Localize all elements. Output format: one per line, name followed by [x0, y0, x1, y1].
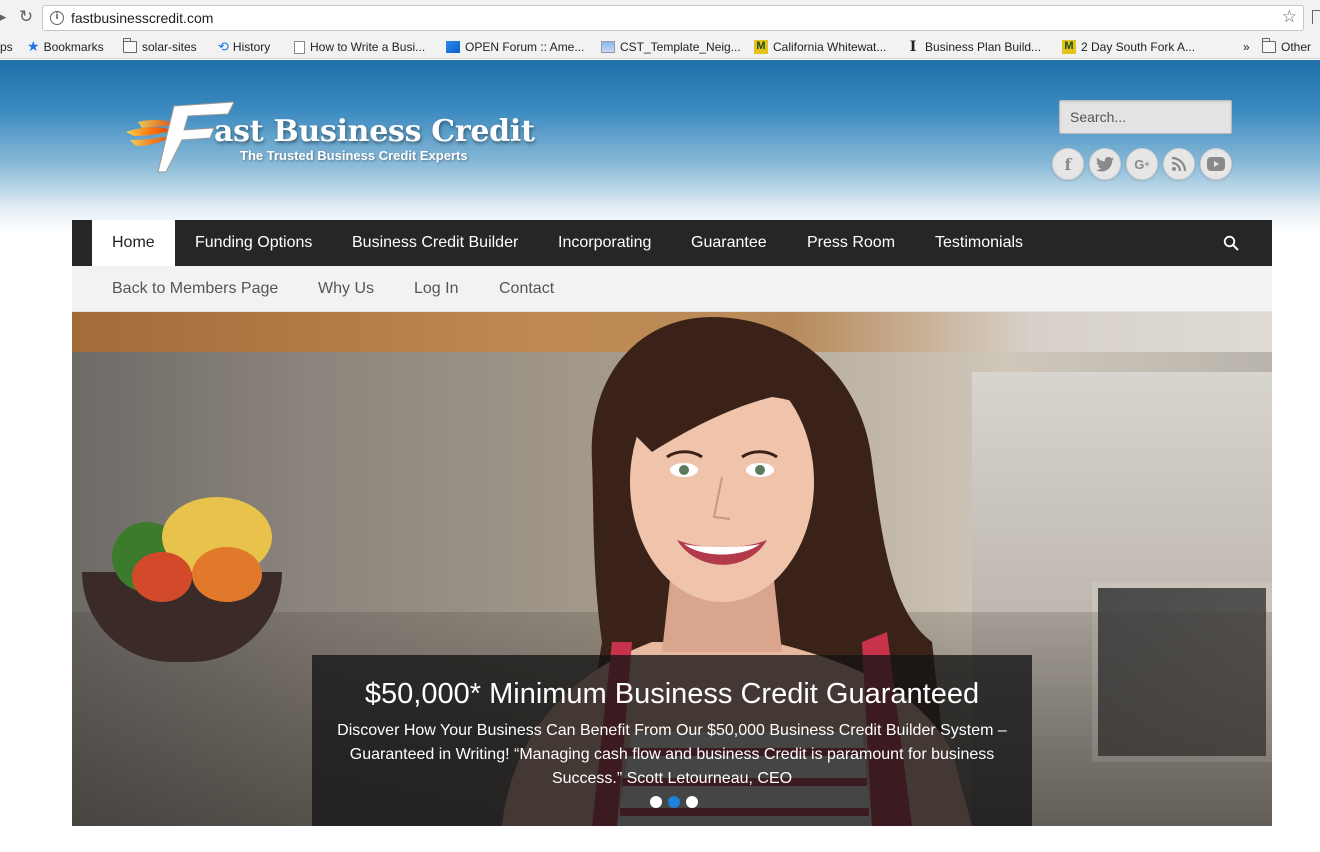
bookmark-business-plan[interactable]: I Business Plan Build... — [906, 38, 1041, 56]
history-icon: ⟲ — [218, 39, 229, 55]
nav-funding-options[interactable]: Funding Options — [175, 220, 332, 266]
nav-guarantee[interactable]: Guarantee — [671, 220, 787, 266]
rss-icon[interactable] — [1163, 148, 1195, 180]
twitter-bird-icon — [1096, 156, 1114, 172]
nav-back-to-members[interactable]: Back to Members Page — [92, 266, 298, 312]
folder-icon — [1262, 38, 1276, 53]
star-icon: ★ — [27, 39, 40, 55]
bookmark-label: How to Write a Busi... — [310, 40, 426, 54]
nav-log-in[interactable]: Log In — [394, 266, 478, 312]
image-file-icon — [601, 41, 615, 53]
bookmark-star-icon[interactable]: ☆ — [1282, 7, 1297, 27]
site-search-input[interactable] — [1059, 100, 1232, 134]
bookmarks-bar: ps ★ Bookmarks solar-sites ⟲ History How… — [0, 35, 1320, 59]
logo-title: ast Business Credit — [214, 114, 535, 149]
facebook-icon[interactable]: f — [1052, 148, 1084, 180]
bookmark-label: Other — [1281, 40, 1312, 54]
nav-incorporating[interactable]: Incorporating — [538, 220, 671, 266]
bookmark-other[interactable]: Other — [1262, 38, 1311, 56]
slider-dot-1[interactable] — [650, 796, 662, 808]
slider-pagination — [650, 796, 698, 808]
reload-icon[interactable]: ↻ — [17, 8, 35, 26]
bookmark-label: Bookmarks — [43, 40, 104, 54]
hero-description: Discover How Your Business Can Benefit F… — [337, 722, 1007, 787]
search-icon[interactable] — [1223, 235, 1239, 251]
i-icon: I — [909, 39, 917, 55]
bookmark-label: History — [232, 40, 271, 54]
bookmark-how-to-write[interactable]: How to Write a Busi... — [294, 38, 425, 56]
site-logo[interactable]: ast Business Credit The Trusted Business… — [124, 100, 544, 180]
url-text[interactable]: fastbusinesscredit.com — [71, 10, 213, 26]
address-bar[interactable]: i fastbusinesscredit.com ☆ — [42, 5, 1304, 31]
bookmark-label: solar-sites — [142, 40, 197, 54]
bookmark-solar-sites[interactable]: solar-sites — [123, 38, 197, 56]
nav-testimonials[interactable]: Testimonials — [915, 220, 1043, 266]
nav-press-room[interactable]: Press Room — [787, 220, 915, 266]
site-icon — [446, 41, 460, 53]
document-icon — [294, 40, 305, 54]
web-page: ast Business Credit The Trusted Business… — [0, 60, 1320, 852]
bookmark-label: California Whitewat... — [773, 40, 887, 54]
youtube-icon[interactable] — [1200, 148, 1232, 180]
bookmark-label: CST_Template_Neig... — [620, 40, 741, 54]
bookmark-label: OPEN Forum :: Ame... — [465, 40, 585, 54]
youtube-play-icon — [1207, 157, 1225, 171]
bookmark-cst-template[interactable]: CST_Template_Neig... — [601, 38, 741, 56]
hero-title: $50,000* Minimum Business Credit Guarant… — [364, 678, 980, 710]
twitter-icon[interactable] — [1089, 148, 1121, 180]
bookmark-bookmarks[interactable]: ★ Bookmarks — [27, 38, 104, 56]
forward-icon[interactable]: ▸ — [0, 8, 11, 26]
m-icon: M — [1062, 40, 1076, 54]
m-icon: M — [754, 40, 768, 54]
secondary-navigation: Back to Members Page Why Us Log In Conta… — [72, 266, 1272, 312]
bookmark-california-whitewater[interactable]: M California Whitewat... — [754, 38, 886, 56]
nav-contact[interactable]: Contact — [479, 266, 574, 312]
rss-feed-icon — [1171, 156, 1187, 172]
slider-dot-3[interactable] — [686, 796, 698, 808]
info-icon[interactable]: i — [50, 11, 64, 25]
bookmark-apps[interactable]: ps — [0, 38, 13, 56]
menu-edge-icon[interactable] — [1312, 10, 1320, 24]
bookmark-2-day-south-fork[interactable]: M 2 Day South Fork A... — [1062, 38, 1195, 56]
nav-business-credit-builder[interactable]: Business Credit Builder — [332, 220, 538, 266]
bookmark-label: 2 Day South Fork A... — [1081, 40, 1196, 54]
hero-slider[interactable]: $50,000* Minimum Business Credit Guarant… — [72, 312, 1272, 826]
folder-icon — [123, 38, 137, 53]
nav-home[interactable]: Home — [92, 220, 175, 266]
bookmarks-overflow-button[interactable]: » — [1243, 38, 1250, 56]
browser-toolbar: ▸ ↻ i fastbusinesscredit.com ☆ — [0, 0, 1320, 35]
google-plus-icon[interactable]: G + — [1126, 148, 1158, 180]
bookmark-label: Business Plan Build... — [925, 40, 1042, 54]
logo-tagline: The Trusted Business Credit Experts — [240, 148, 468, 163]
hero-caption: $50,000* Minimum Business Credit Guarant… — [312, 655, 1032, 826]
slider-dot-2-active[interactable] — [668, 796, 680, 808]
bookmark-history[interactable]: ⟲ History — [218, 38, 270, 56]
nav-why-us[interactable]: Why Us — [298, 266, 394, 312]
bookmark-open-forum[interactable]: OPEN Forum :: Ame... — [446, 38, 584, 56]
bookmark-label: ps — [0, 40, 13, 54]
main-navigation: Home Funding Options Business Credit Bui… — [72, 220, 1272, 266]
